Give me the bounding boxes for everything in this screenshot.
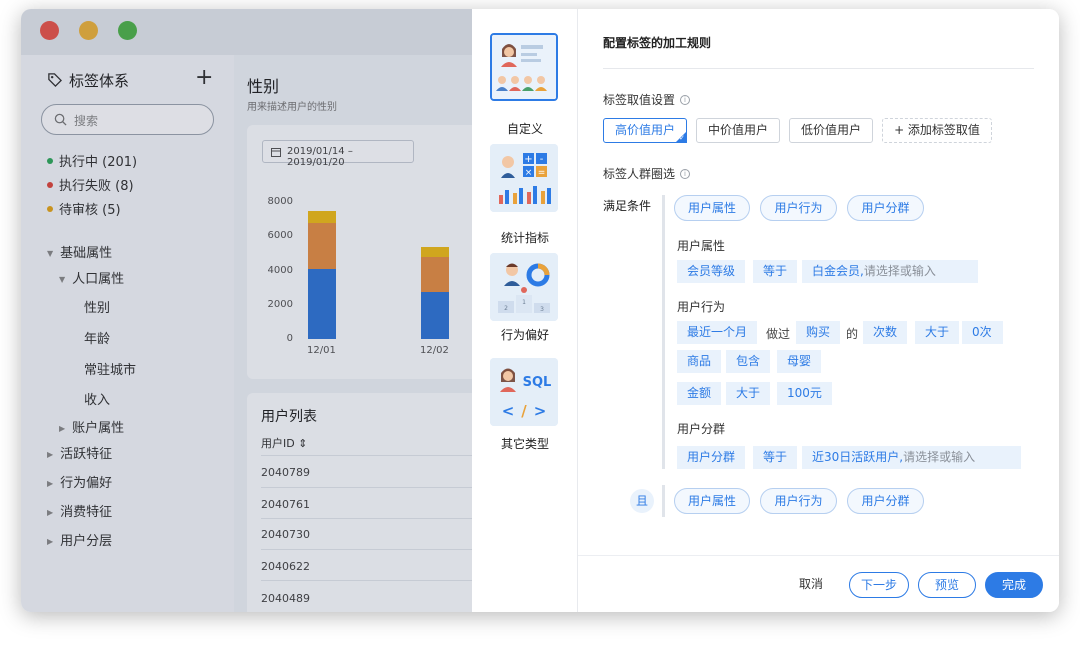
calculator-chart-icon: + - × = bbox=[490, 144, 558, 212]
info-icon[interactable]: i bbox=[680, 168, 691, 179]
condition-group-bar bbox=[662, 485, 665, 517]
behavior-operator-select[interactable]: 大于 bbox=[915, 321, 960, 344]
rule-config-drawer: 自定义 + - × = 统计指标 2 1 3 行为偏好 SQL < / > 其它… bbox=[472, 9, 1059, 612]
add-user-behavior-pill[interactable]: 用户行为 bbox=[760, 195, 837, 221]
config-title: 配置标签的加工规则 bbox=[603, 36, 712, 50]
user-segment-group-label: 用户分群 bbox=[677, 422, 726, 436]
value-high-button[interactable]: 高价值用户 ✓ bbox=[603, 118, 687, 143]
divider bbox=[603, 68, 1034, 69]
did-text: 做过 bbox=[766, 327, 791, 341]
attribute-value-input[interactable]: 白金会员,请选择或输入 bbox=[802, 260, 978, 283]
behavior-filter-value-input[interactable]: 母婴 bbox=[777, 350, 822, 373]
add-user-attribute-pill[interactable]: 用户属性 bbox=[674, 195, 750, 221]
custom-people-icon bbox=[492, 35, 556, 99]
sql-code-icon: SQL < / > bbox=[490, 358, 558, 426]
behavior-amount-value-input[interactable]: 100元 bbox=[777, 382, 832, 405]
attribute-operator-select[interactable]: 等于 bbox=[753, 260, 798, 283]
placeholder-text: 请选择或输入 bbox=[903, 450, 976, 464]
modal-overlay[interactable] bbox=[21, 9, 472, 612]
value-text: 白金会员, bbox=[812, 264, 864, 278]
section-label: 标签取值设置 bbox=[603, 93, 676, 107]
info-icon[interactable]: i bbox=[680, 94, 691, 105]
behavior-filter-field-select[interactable]: 商品 bbox=[677, 350, 722, 373]
cancel-button[interactable]: 取消 bbox=[788, 572, 834, 598]
satisfy-conditions-label: 满足条件 bbox=[603, 199, 652, 213]
and-connector[interactable]: 且 bbox=[630, 489, 654, 513]
behavior-amount-operator-select[interactable]: 大于 bbox=[726, 382, 771, 405]
button-label: 低价值用户 bbox=[800, 123, 861, 137]
done-button[interactable]: 完成 bbox=[985, 572, 1043, 598]
behavior-metric-select[interactable]: 次数 bbox=[863, 321, 908, 344]
svg-text:+: + bbox=[524, 154, 532, 165]
segment-value-input[interactable]: 近30日活跃用户,请选择或输入 bbox=[802, 446, 1021, 469]
type-behavior-label[interactable]: 行为偏好 bbox=[472, 326, 578, 343]
svg-text:-: - bbox=[540, 154, 544, 165]
type-statistics-tile[interactable]: + - × = bbox=[490, 144, 558, 212]
svg-text:SQL: SQL bbox=[523, 375, 552, 390]
svg-text:×: × bbox=[525, 168, 533, 178]
segment-operator-select[interactable]: 等于 bbox=[753, 446, 798, 469]
svg-text:3: 3 bbox=[540, 306, 544, 313]
and-user-attribute-pill[interactable]: 用户属性 bbox=[674, 488, 750, 514]
section-label: 标签人群圈选 bbox=[603, 167, 676, 181]
segment-field-select[interactable]: 用户分群 bbox=[677, 446, 746, 469]
behavior-amount-field-select[interactable]: 金额 bbox=[677, 382, 722, 405]
svg-text:/: / bbox=[521, 402, 527, 420]
of-text: 的 bbox=[846, 327, 859, 341]
tag-type-selector: 自定义 + - × = 统计指标 2 1 3 行为偏好 SQL < / > 其它… bbox=[472, 9, 578, 612]
app-window: 标签体系 + 搜索 执行中 (201) 执行失败 (8) 待审核 (5) ▼ 基础… bbox=[21, 9, 1059, 612]
value-text: 近30日活跃用户, bbox=[812, 450, 904, 464]
type-statistics-label[interactable]: 统计指标 bbox=[472, 229, 578, 246]
add-user-segment-pill[interactable]: 用户分群 bbox=[847, 195, 924, 221]
svg-text:1: 1 bbox=[522, 299, 526, 306]
value-mid-button[interactable]: 中价值用户 bbox=[696, 118, 780, 143]
and-user-behavior-pill[interactable]: 用户行为 bbox=[760, 488, 837, 514]
svg-text:=: = bbox=[538, 168, 546, 178]
type-other-tile[interactable]: SQL < / > bbox=[490, 358, 558, 426]
check-icon: ✓ bbox=[679, 134, 685, 142]
placeholder-text: 请选择或输入 bbox=[863, 264, 936, 278]
and-user-segment-pill[interactable]: 用户分群 bbox=[847, 488, 924, 514]
rule-config-panel: 配置标签的加工规则 标签取值设置 i 高价值用户 ✓ 中价值用户 低价值用户 + 添… bbox=[578, 9, 1059, 612]
svg-text:>: > bbox=[534, 402, 547, 420]
type-behavior-tile[interactable]: 2 1 3 bbox=[490, 253, 558, 321]
behavior-time-select[interactable]: 最近一个月 bbox=[677, 321, 758, 344]
behavior-filter-operator-select[interactable]: 包含 bbox=[726, 350, 771, 373]
user-behavior-group-label: 用户行为 bbox=[677, 300, 726, 314]
svg-text:2: 2 bbox=[504, 305, 508, 312]
type-other-label[interactable]: 其它类型 bbox=[472, 435, 578, 452]
button-label: 中价值用户 bbox=[707, 123, 768, 137]
preview-button[interactable]: 预览 bbox=[918, 572, 976, 598]
button-label: 高价值用户 bbox=[614, 123, 675, 137]
next-step-button[interactable]: 下一步 bbox=[849, 572, 909, 598]
type-custom-tile[interactable] bbox=[490, 33, 558, 101]
crowd-section: 标签人群圈选 i bbox=[603, 165, 691, 182]
behavior-action-select[interactable]: 购买 bbox=[796, 321, 841, 344]
button-label: + 添加标签取值 bbox=[894, 123, 980, 137]
type-custom-label[interactable]: 自定义 bbox=[472, 120, 578, 137]
condition-group-bar bbox=[662, 195, 665, 469]
add-value-button[interactable]: + 添加标签取值 bbox=[882, 118, 992, 143]
value-setting-section: 标签取值设置 i bbox=[603, 91, 691, 108]
divider bbox=[578, 555, 1059, 556]
user-attribute-group-label: 用户属性 bbox=[677, 239, 726, 253]
value-low-button[interactable]: 低价值用户 bbox=[789, 118, 873, 143]
tag-system-app: 标签体系 + 搜索 执行中 (201) 执行失败 (8) 待审核 (5) ▼ 基础… bbox=[21, 9, 487, 612]
attribute-field-select[interactable]: 会员等级 bbox=[677, 260, 746, 283]
behavior-value-input[interactable]: 0次 bbox=[962, 321, 1003, 344]
svg-text:<: < bbox=[502, 402, 515, 420]
podium-chart-icon: 2 1 3 bbox=[490, 253, 558, 321]
